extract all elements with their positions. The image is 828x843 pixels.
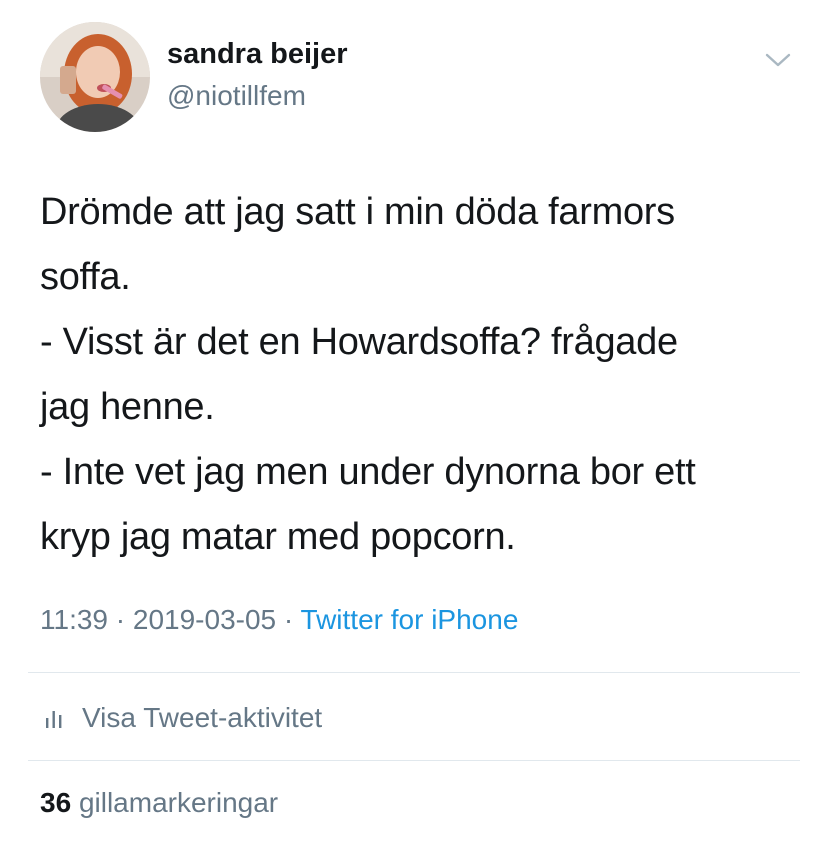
likes-stat[interactable]: 36 gillamarkeringar [40, 787, 278, 819]
tweet-metadata: 11:39 · 2019-03-05 · Twitter for iPhone [40, 604, 518, 636]
tweet-activity-button[interactable]: Visa Tweet-aktivitet [40, 698, 322, 738]
divider [28, 760, 800, 761]
analytics-bars-icon [46, 711, 62, 728]
avatar-photo [40, 22, 150, 132]
author-name[interactable]: sandra beijer [167, 38, 348, 71]
tweet-text: Drömde att jag satt i min döda farmors s… [40, 191, 696, 558]
tweet-activity-label: Visa Tweet-aktivitet [82, 702, 323, 733]
likes-count: 36 [40, 787, 72, 818]
tweet-time: 11:39 [40, 604, 108, 635]
likes-label: gillamarkeringar [78, 787, 279, 818]
tweet-date[interactable]: 2019-03-05 [133, 604, 276, 635]
chevron-down-icon[interactable] [764, 50, 792, 70]
meta-separator: · [115, 604, 126, 635]
divider [28, 672, 800, 673]
tweet-source-link[interactable]: Twitter for iPhone [301, 604, 519, 635]
avatar[interactable] [40, 22, 150, 132]
author-handle[interactable]: @niotillfem [167, 80, 306, 112]
meta-separator: · [283, 604, 294, 635]
